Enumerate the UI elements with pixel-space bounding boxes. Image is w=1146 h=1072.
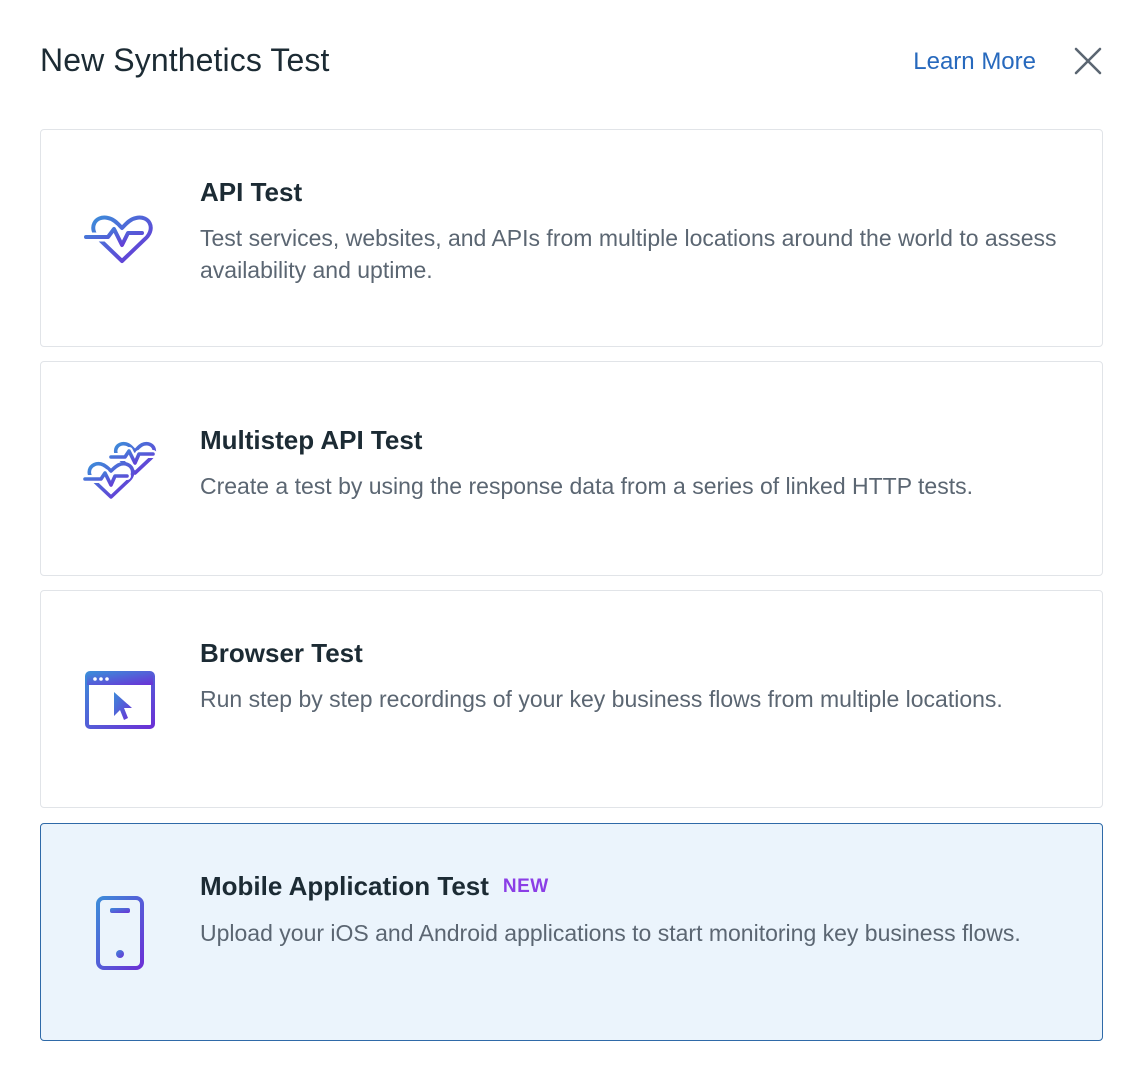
card-body: Mobile Application Test NEW Upload your i… xyxy=(200,870,1062,949)
card-title-text: Mobile Application Test xyxy=(200,871,489,901)
card-icon-wrapper xyxy=(81,200,159,278)
dialog-header: New Synthetics Test Learn More xyxy=(40,38,1105,88)
learn-more-link[interactable]: Learn More xyxy=(913,48,1036,76)
card-mobile-application-test[interactable]: Mobile Application Test NEW Upload your i… xyxy=(40,823,1103,1041)
card-body: API Test Test services, websites, and AP… xyxy=(200,176,1062,286)
card-description: Test services, websites, and APIs from m… xyxy=(200,225,1057,283)
card-title: Multistep API Test xyxy=(200,425,423,455)
card-icon-wrapper xyxy=(81,661,159,739)
card-icon-wrapper xyxy=(81,894,159,972)
card-title: Browser Test xyxy=(200,638,363,668)
card-body: Browser Test Run step by step recordings… xyxy=(200,637,1062,715)
heartbeat-icon xyxy=(82,215,153,263)
page-title: New Synthetics Test xyxy=(40,42,330,78)
double-heartbeat-icon xyxy=(81,441,157,499)
card-description: Create a test by using the response data… xyxy=(200,473,974,499)
new-badge: NEW xyxy=(502,876,549,897)
card-title: API Test xyxy=(200,177,303,207)
card-api-test[interactable]: API Test Test services, websites, and AP… xyxy=(40,129,1103,347)
close-button[interactable] xyxy=(1071,44,1105,78)
card-icon-wrapper xyxy=(81,430,159,508)
card-browser-test[interactable]: Browser Test Run step by step recordings… xyxy=(40,590,1103,808)
browser-window-cursor-icon xyxy=(85,671,155,729)
card-description: Upload your iOS and Android applications… xyxy=(200,920,1021,946)
close-icon xyxy=(1074,47,1102,75)
card-description: Run step by step recordings of your key … xyxy=(200,686,1003,712)
card-body: Multistep API Test Create a test by usin… xyxy=(200,424,1062,502)
card-title: Mobile Application Test NEW xyxy=(200,870,1062,903)
mobile-phone-icon xyxy=(96,896,144,970)
card-multistep-api-test[interactable]: Multistep API Test Create a test by usin… xyxy=(40,361,1103,576)
